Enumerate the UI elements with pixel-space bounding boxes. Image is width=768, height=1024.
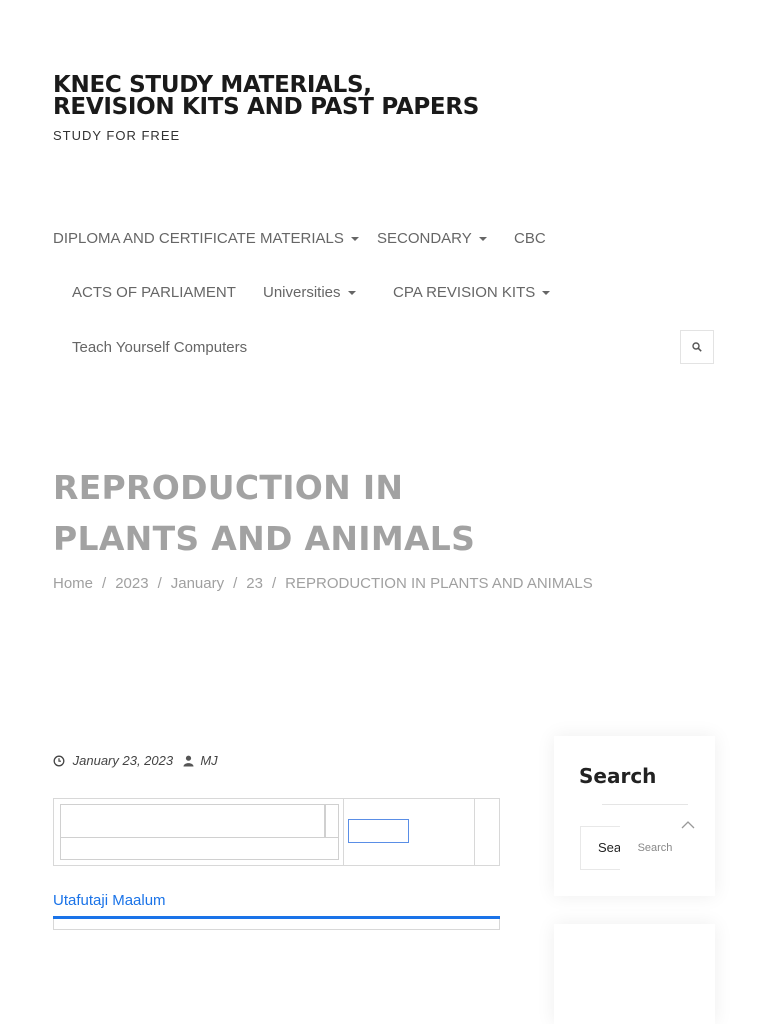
nav-item-acts-of-parliament[interactable]: ACTS OF PARLIAMENT bbox=[72, 284, 236, 301]
breadcrumb-current: REPRODUCTION IN PLANTS AND ANIMALS bbox=[285, 575, 593, 592]
caret-down-icon bbox=[478, 237, 487, 242]
post-author[interactable]: MJ bbox=[200, 753, 217, 768]
breadcrumb-separator: / bbox=[271, 575, 277, 592]
custom-search-tab[interactable]: Utafutaji Maalum bbox=[53, 892, 166, 909]
nav-item-universities[interactable]: Universities bbox=[263, 284, 356, 301]
nav-item-label: CPA REVISION KITS bbox=[393, 284, 536, 301]
caret-down-icon bbox=[347, 291, 356, 296]
nav-item-teach-yourself-computers[interactable]: Teach Yourself Computers bbox=[72, 339, 247, 356]
custom-search-field-frame bbox=[60, 838, 339, 860]
sidebar-widget bbox=[554, 924, 715, 1024]
breadcrumb-home[interactable]: Home bbox=[53, 575, 93, 592]
breadcrumb-separator: / bbox=[102, 575, 107, 592]
breadcrumb-separator: / bbox=[233, 575, 238, 592]
nav-item-label: DIPLOMA AND CERTIFICATE MATERIALS bbox=[53, 230, 344, 247]
nav-item-cbc[interactable]: CBC bbox=[514, 230, 546, 247]
breadcrumb-separator: / bbox=[157, 575, 162, 592]
breadcrumb-day[interactable]: 23 bbox=[246, 575, 263, 592]
breadcrumb: Home / 2023 / January / 23 / REPRODUCTION IN PLA… bbox=[53, 575, 593, 592]
nav-item-label: CBC bbox=[514, 230, 546, 247]
page-title: REPRODUCTION IN PLANTS AND ANIMALS bbox=[53, 468, 476, 558]
divider bbox=[343, 799, 344, 865]
breadcrumb-year[interactable]: 2023 bbox=[115, 575, 148, 592]
nav-item-label: Teach Yourself Computers bbox=[72, 339, 248, 356]
search-icon bbox=[692, 342, 702, 352]
custom-search-box bbox=[53, 798, 500, 866]
nav-item-label: Universities bbox=[263, 284, 341, 301]
clock-icon bbox=[53, 755, 65, 767]
custom-search-button[interactable] bbox=[348, 819, 409, 843]
caret-down-icon bbox=[350, 237, 359, 242]
divider bbox=[474, 799, 475, 865]
sidebar-search-widget: Search Search Search bbox=[554, 736, 715, 896]
header-search-button[interactable] bbox=[680, 330, 714, 364]
user-icon bbox=[183, 755, 194, 767]
chevron-up-icon[interactable] bbox=[681, 820, 695, 830]
post-meta: January 23, 2023 MJ bbox=[53, 752, 218, 768]
post-date[interactable]: January 23, 2023 bbox=[73, 753, 173, 768]
site-title[interactable]: KNEC STUDY MATERIALS, REVISION KITS AND … bbox=[53, 74, 483, 119]
custom-search-input[interactable] bbox=[60, 804, 325, 838]
custom-search-clear[interactable] bbox=[325, 804, 339, 838]
nav-item-diploma-certificate[interactable]: DIPLOMA AND CERTIFICATE MATERIALS bbox=[53, 230, 359, 247]
search-button-label: Search bbox=[637, 842, 673, 854]
widget-title: Search bbox=[579, 764, 657, 788]
nav-item-label: SECONDARY bbox=[377, 230, 472, 247]
widget-divider bbox=[602, 804, 688, 805]
nav-item-secondary[interactable]: SECONDARY bbox=[377, 230, 487, 247]
custom-search-results bbox=[53, 919, 500, 930]
nav-item-label: ACTS OF PARLIAMENT bbox=[72, 284, 236, 301]
sidebar-search-button[interactable]: Search bbox=[620, 826, 690, 870]
site-tagline: STUDY FOR FREE bbox=[53, 128, 181, 143]
nav-item-cpa-revision-kits[interactable]: CPA REVISION KITS bbox=[393, 284, 551, 301]
caret-down-icon bbox=[542, 291, 551, 296]
breadcrumb-month[interactable]: January bbox=[171, 575, 224, 592]
